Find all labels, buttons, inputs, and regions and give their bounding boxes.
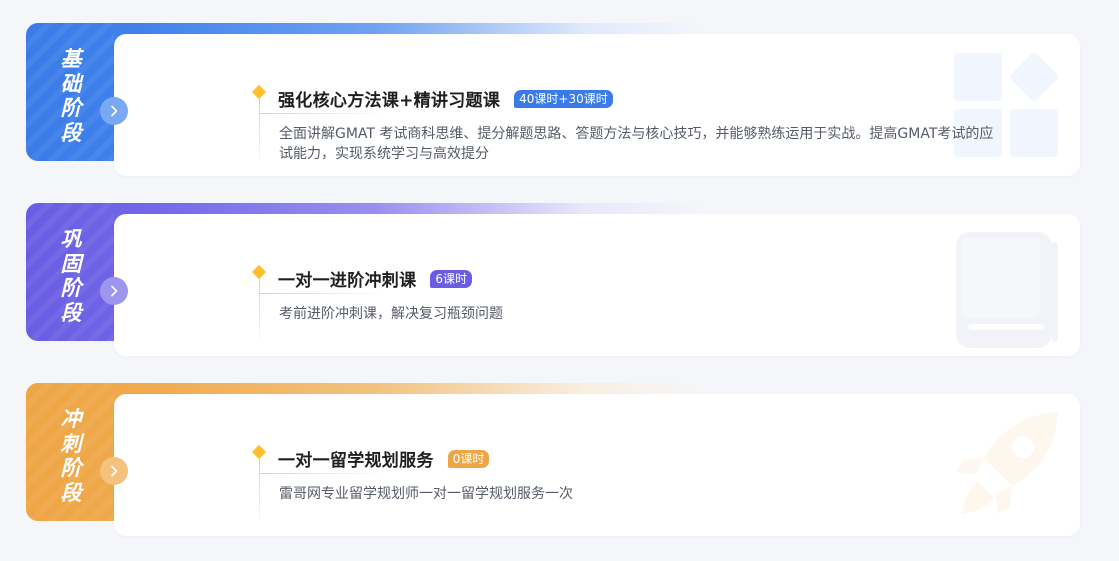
chevron-right-icon xyxy=(111,285,118,297)
stage-label: 冲刺阶段 xyxy=(60,406,82,505)
stage-label: 基础阶段 xyxy=(60,46,82,145)
title-marker xyxy=(251,444,267,460)
stage-basic: 基础阶段 强化核心方法课+精讲习题课 40课时+30课时 全面讲解GMAT 考试… xyxy=(26,23,1080,176)
title-underline xyxy=(259,293,389,294)
expand-button[interactable] xyxy=(100,457,128,485)
stage-sprint: 冲刺阶段 一对一留学规划服务 0课时 雷哥网专业留学规划师一对一留学规划服务一次 xyxy=(26,383,1080,536)
chevron-right-icon xyxy=(111,465,118,477)
course-title-text: 强化核心方法课+精讲习题课 xyxy=(278,91,501,111)
course-description: 考前进阶冲刺课，解决复习瓶颈问题 xyxy=(279,306,503,322)
course-title: 强化核心方法课+精讲习题课 40课时+30课时 xyxy=(278,86,613,111)
title-underline xyxy=(259,473,389,474)
course-card: 强化核心方法课+精讲习题课 40课时+30课时 全面讲解GMAT 考试商科思维、… xyxy=(114,34,1080,176)
timeline-line xyxy=(259,458,260,520)
course-description: 雷哥网专业留学规划师一对一留学规划服务一次 xyxy=(279,486,573,502)
title-underline xyxy=(259,113,389,114)
hours-badge: 0课时 xyxy=(447,449,490,468)
timeline-line xyxy=(259,98,260,160)
expand-button[interactable] xyxy=(100,277,128,305)
course-title-text: 一对一留学规划服务 xyxy=(278,451,434,471)
hours-badge: 6课时 xyxy=(430,269,473,288)
hours-badge: 40课时+30课时 xyxy=(514,89,613,108)
book-icon xyxy=(956,232,1058,348)
course-card: 一对一留学规划服务 0课时 雷哥网专业留学规划师一对一留学规划服务一次 xyxy=(114,394,1080,536)
course-description: 全面讲解GMAT 考试商科思维、提分解题思路、答题方法与核心技巧，并能够熟练运用… xyxy=(279,126,994,162)
title-marker xyxy=(251,84,267,100)
course-card: 一对一进阶冲刺课 6课时 考前进阶冲刺课，解决复习瓶颈问题 xyxy=(114,214,1080,356)
title-marker xyxy=(251,264,267,280)
course-title: 一对一进阶冲刺课 6课时 xyxy=(278,266,473,291)
stage-label: 巩固阶段 xyxy=(60,226,82,325)
stage-consolidation: 巩固阶段 一对一进阶冲刺课 6课时 考前进阶冲刺课，解决复习瓶颈问题 xyxy=(26,203,1080,356)
course-title-text: 一对一进阶冲刺课 xyxy=(278,271,417,291)
course-title: 一对一留学规划服务 0课时 xyxy=(278,446,490,471)
expand-button[interactable] xyxy=(100,97,128,125)
chevron-right-icon xyxy=(111,105,118,117)
timeline-line xyxy=(259,278,260,340)
